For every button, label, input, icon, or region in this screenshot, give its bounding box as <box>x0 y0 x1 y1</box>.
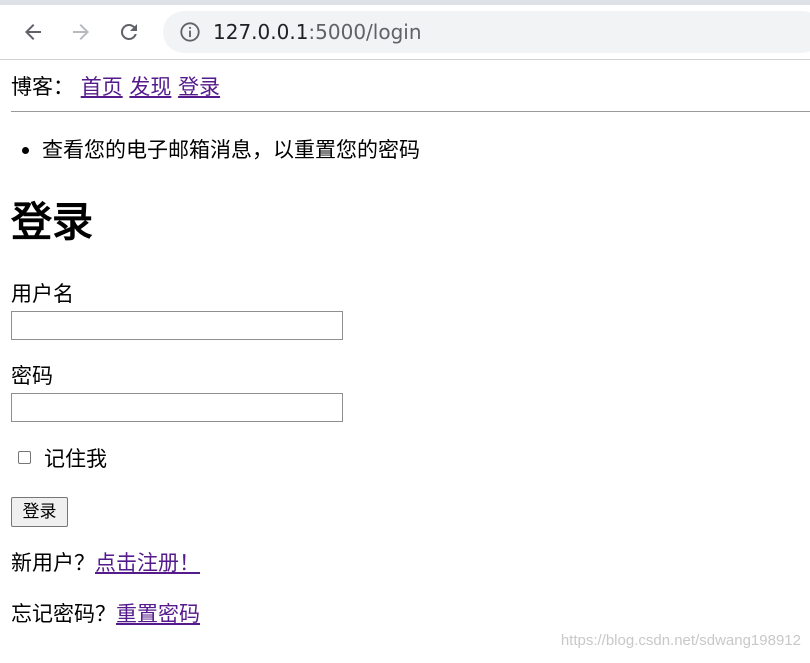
register-line: 新用户？点击注册！ <box>11 549 200 577</box>
reload-button[interactable] <box>114 17 144 47</box>
username-input[interactable] <box>11 311 343 340</box>
nav-link-home[interactable]: 首页 <box>81 75 123 99</box>
address-bar[interactable]: 127.0.0.1:5000/login <box>163 11 810 53</box>
register-link[interactable]: 点击注册！ <box>95 551 200 575</box>
page-title: 登录 <box>11 198 93 246</box>
password-input[interactable] <box>11 393 343 422</box>
register-prompt: 新用户？ <box>11 551 95 575</box>
reset-line: 忘记密码？重置密码 <box>11 600 200 628</box>
password-label: 密码 <box>11 364 53 388</box>
forward-button[interactable] <box>66 17 96 47</box>
reset-prompt: 忘记密码？ <box>11 602 116 626</box>
reload-icon <box>120 23 137 40</box>
browser-toolbar: 127.0.0.1:5000/login <box>0 0 810 60</box>
info-icon[interactable] <box>179 21 201 43</box>
arrow-left-icon <box>25 24 41 40</box>
url-path: :5000/login <box>308 20 422 44</box>
tab-strip-edge <box>0 0 810 5</box>
remember-me-label[interactable]: 记住我 <box>44 445 107 473</box>
nav-link-explore[interactable]: 发现 <box>129 75 171 99</box>
watermark: https://blog.csdn.net/sdwang198912 <box>560 632 801 649</box>
site-nav-prefix: 博客： <box>11 75 74 99</box>
back-button[interactable] <box>18 17 48 47</box>
login-submit-button[interactable]: 登录 <box>11 497 68 527</box>
site-nav: 博客： 首页 发现 登录 <box>11 73 220 101</box>
reset-password-link[interactable]: 重置密码 <box>116 602 200 626</box>
arrow-right-icon <box>73 24 89 40</box>
username-label: 用户名 <box>11 282 74 306</box>
url-text[interactable]: 127.0.0.1:5000/login <box>213 20 422 44</box>
remember-me-checkbox[interactable] <box>18 451 31 464</box>
nav-divider <box>11 111 810 112</box>
nav-link-login[interactable]: 登录 <box>178 75 220 99</box>
flash-message: 查看您的电子邮箱消息，以重置您的密码 <box>22 138 420 162</box>
url-host: 127.0.0.1 <box>213 20 309 44</box>
